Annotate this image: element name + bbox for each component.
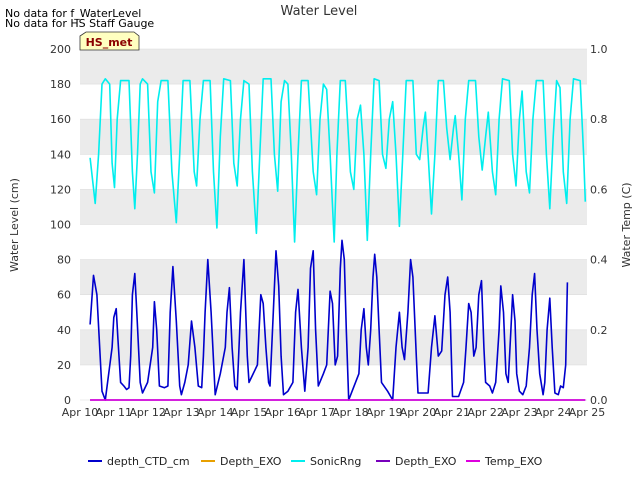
x-tick-label: Apr 15 — [231, 406, 268, 419]
y-axis-label: Water Level (cm) — [8, 178, 21, 272]
legend: depth_CTD_cm Depth_EXO SonicRng Depth_EXO Te… — [88, 455, 543, 468]
x-tick-label: Apr 12 — [129, 406, 166, 419]
grid-band — [80, 259, 587, 295]
x-tick-label: Apr 17 — [298, 406, 335, 419]
x-tick-label: Apr 14 — [197, 406, 234, 419]
x-tick-label: Apr 13 — [163, 406, 200, 419]
x-tick-label: Apr 10 — [62, 406, 99, 419]
legend-label: Depth_EXO — [395, 455, 457, 468]
y2-tick-label: 1.0 — [590, 43, 608, 56]
y-tick-label: 140 — [50, 148, 71, 161]
y-tick-label: 40 — [57, 324, 71, 337]
chart-title: Water Level — [281, 4, 358, 19]
legend-item: Temp_EXO — [466, 455, 543, 468]
legend-item: SonicRng — [291, 455, 361, 468]
legend-item: Depth_EXO — [201, 455, 282, 468]
y-tick-label: 20 — [57, 359, 71, 372]
y-tick-label: 180 — [50, 78, 71, 91]
y-tick-label: 80 — [57, 254, 71, 267]
x-tick-label: Apr 18 — [332, 406, 369, 419]
y2-tick-label: 0.4 — [590, 254, 608, 267]
water-level-chart: Water Level 020406080100120140160180200 … — [8, 4, 633, 468]
legend-label: Temp_EXO — [484, 455, 543, 468]
x-tick-label: Apr 20 — [400, 406, 437, 419]
x-tick-label: Apr 25 — [569, 406, 606, 419]
legend-item: Depth_EXO — [376, 455, 457, 468]
legend-label: SonicRng — [310, 455, 361, 468]
x-tick-label: Apr 11 — [96, 406, 133, 419]
hs-met-annotation: HS_met — [79, 31, 140, 51]
grid-band — [80, 364, 587, 400]
y-tick-label: 120 — [50, 183, 71, 196]
legend-item: depth_CTD_cm — [88, 455, 190, 468]
y2-tick-label: 0.2 — [590, 324, 608, 337]
x-tick-label: Apr 24 — [535, 406, 572, 419]
hs-met-label: HS_met — [86, 36, 133, 49]
y2-tick-label: 0.8 — [590, 113, 608, 126]
x-tick-label: Apr 22 — [467, 406, 504, 419]
y-tick-label: 200 — [50, 43, 71, 56]
x-tick-label: Apr 21 — [434, 406, 471, 419]
y-tick-label: 100 — [50, 219, 71, 232]
x-tick-label: Apr 23 — [501, 406, 538, 419]
y2-axis-label: Water Temp (C) — [620, 182, 633, 267]
y-tick-label: 60 — [57, 289, 71, 302]
grid-band — [80, 49, 587, 85]
legend-label: depth_CTD_cm — [107, 455, 190, 468]
legend-label: Depth_EXO — [220, 455, 282, 468]
x-tick-label: Apr 16 — [265, 406, 302, 419]
x-tick-label: Apr 19 — [366, 406, 403, 419]
y2-tick-label: 0.6 — [590, 183, 608, 196]
y-tick-label: 160 — [50, 113, 71, 126]
